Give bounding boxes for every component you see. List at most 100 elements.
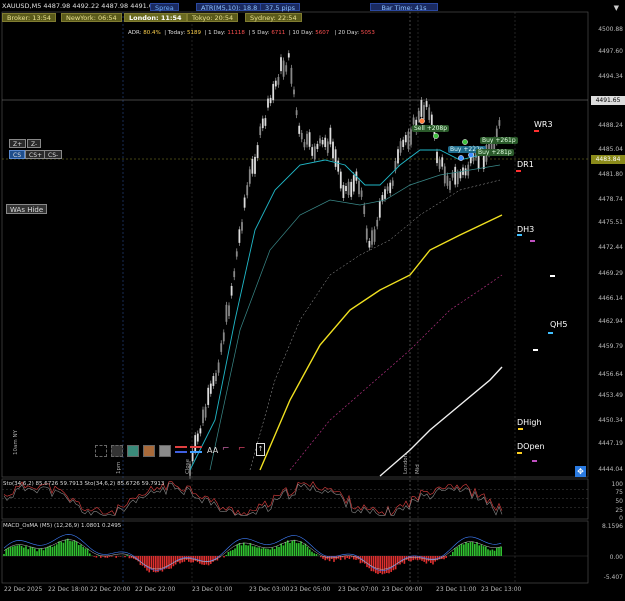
- candle-body: [449, 181, 451, 190]
- macd-bar: [298, 543, 300, 556]
- level-marker: [516, 170, 521, 172]
- cs-button[interactable]: CS: [9, 150, 25, 159]
- macd-bar: [71, 541, 73, 556]
- candle-body: [230, 285, 233, 296]
- price-chart[interactable]: [0, 0, 625, 601]
- macd-bar: [188, 556, 190, 562]
- macd-bar: [489, 550, 491, 556]
- candle-body: [358, 180, 360, 195]
- crosshair-icon[interactable]: ✥: [575, 466, 586, 477]
- price-axis-label: 4444.04: [598, 466, 623, 473]
- macd-bar: [190, 556, 192, 563]
- candle-body: [329, 127, 332, 145]
- macd-bar: [304, 543, 307, 556]
- macd-bar: [445, 556, 447, 558]
- candle-body: [251, 158, 254, 174]
- hline-blue-icon[interactable]: [190, 442, 202, 456]
- swatch-dark[interactable]: [111, 445, 123, 457]
- collapse-icon[interactable]: ▼: [614, 4, 619, 12]
- zoom-out-button[interactable]: Z-: [27, 139, 42, 148]
- trade-marker: [419, 118, 425, 124]
- chart-window[interactable]: XAUUSD,M5 4487.98 4492.22 4487.98 4491.6…: [0, 0, 625, 601]
- macd-bar: [463, 544, 465, 556]
- price-axis-label: 4481.80: [598, 171, 623, 178]
- candle-body: [298, 125, 301, 134]
- cs-minus-button[interactable]: CS-: [44, 150, 63, 159]
- price-axis-label: 4485.04: [598, 146, 623, 153]
- swatch-dash[interactable]: [95, 445, 107, 457]
- macd-bar: [412, 556, 414, 561]
- level-marker: [518, 428, 523, 430]
- zoom-in-button[interactable]: Z+: [9, 139, 27, 148]
- level-marker: [532, 460, 537, 462]
- candle-body: [384, 189, 386, 199]
- price-axis-label: 4488.24: [598, 122, 623, 129]
- text-aa-icon[interactable]: AA: [207, 446, 218, 455]
- candle-body: [228, 305, 230, 317]
- trade-marker: [468, 152, 474, 158]
- swatch-grey[interactable]: [159, 445, 171, 457]
- candle-body: [280, 57, 282, 72]
- trade-buy3-label[interactable]: Buy +281p: [476, 149, 514, 156]
- candle-body: [389, 182, 392, 194]
- was-hide-button[interactable]: WAs Hide: [6, 204, 48, 214]
- stoch-label: Sto(34,6,2) 85.6726 59.7913 Sto(34,6,2) …: [3, 481, 165, 487]
- macd-bar: [146, 556, 148, 571]
- candle-body: [306, 133, 308, 145]
- session-sydney: Sydney: 22:54: [245, 13, 302, 22]
- macd-bar: [460, 543, 463, 556]
- candle-body: [303, 142, 306, 148]
- today-label: | Today:: [164, 30, 186, 36]
- trade-buy1-label[interactable]: Buy +261p: [480, 137, 518, 144]
- candle-body: [222, 332, 225, 342]
- day10-label: | 10 Day:: [288, 30, 314, 36]
- candle-body: [209, 383, 212, 394]
- candle-body: [376, 219, 379, 227]
- macd-bar: [95, 556, 98, 558]
- marker-10am-ny: 10am NY: [13, 430, 19, 455]
- candle-body: [391, 180, 394, 186]
- ma-grey-dotted: [249, 179, 501, 471]
- adr-value: 80.4%: [143, 30, 161, 36]
- macd-bar: [172, 556, 175, 567]
- macd-bar: [93, 556, 95, 557]
- marker-close: Close: [185, 459, 191, 474]
- marker-mid: Mid: [415, 464, 421, 474]
- time-axis-label: 23 Dec 05:00: [290, 586, 331, 593]
- cs-plus-button[interactable]: CS+: [25, 150, 47, 159]
- macd-bar: [227, 551, 230, 556]
- macd-bar: [282, 545, 285, 556]
- macd-bar: [238, 543, 241, 556]
- macd-bar: [269, 549, 271, 556]
- macd-bar: [210, 556, 212, 564]
- hline-red-icon[interactable]: [175, 442, 187, 456]
- day1-label: | 1 Day:: [204, 30, 226, 36]
- candle-body: [428, 107, 431, 120]
- candle-body: [425, 101, 428, 107]
- candle-body: [417, 110, 420, 120]
- macd-bar: [232, 550, 234, 556]
- candle-body: [459, 172, 462, 179]
- price-axis-label: 4450.34: [598, 417, 623, 424]
- day20-value: 5053: [360, 30, 375, 36]
- level-qh5: QH5: [550, 320, 568, 329]
- candle-body: [420, 99, 423, 117]
- trend-icon[interactable]: ⌐: [238, 444, 246, 454]
- candle-body: [404, 135, 407, 143]
- macd-bar: [201, 556, 203, 565]
- trade-sell-label[interactable]: Sell +208p: [412, 125, 450, 132]
- macd-bar: [295, 543, 298, 556]
- macd-bar: [144, 556, 146, 568]
- macd-bar: [276, 546, 278, 556]
- swatch-brown[interactable]: [143, 445, 155, 457]
- candle-body: [326, 141, 329, 153]
- arrow-up-icon[interactable]: ↑: [256, 443, 265, 456]
- candle-body: [454, 166, 457, 185]
- macd-bar: [498, 547, 500, 556]
- candle-body: [436, 151, 438, 164]
- swatch-teal[interactable]: [127, 445, 139, 457]
- fib-icon[interactable]: ⌐: [222, 444, 230, 454]
- macd-bar: [38, 548, 40, 556]
- candle-body: [269, 97, 272, 104]
- time-axis-label: 23 Dec 07:00: [338, 586, 379, 593]
